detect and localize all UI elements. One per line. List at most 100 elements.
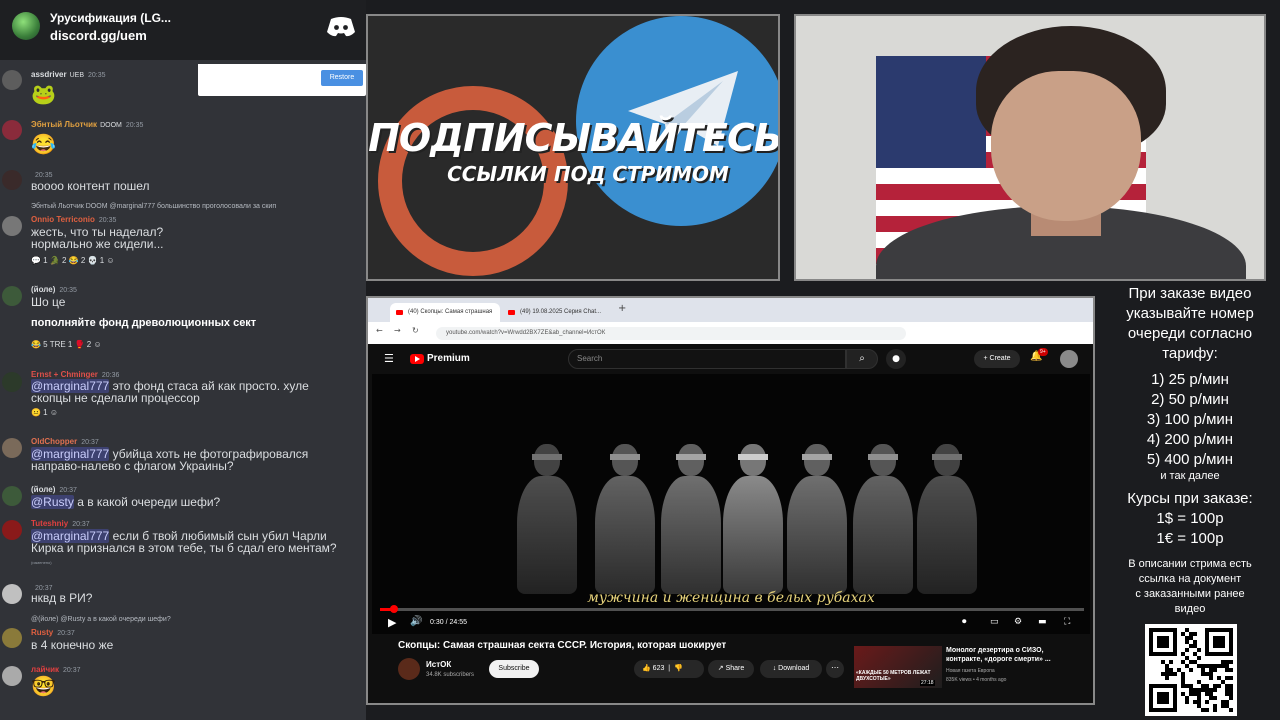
play-icon[interactable]: ▶: [388, 616, 396, 629]
note-line: В описании стрима есть: [1128, 558, 1252, 570]
youtube-premium-label[interactable]: Premium: [427, 353, 470, 364]
recommended-video-thumbnail[interactable]: «КАЖДЫЕ 50 МЕТРОВ ЛЕЖАТ ДВУХСОТЫЕ» 27:18: [854, 646, 942, 688]
recommended-meta: 835K views • 4 months ago: [946, 677, 1007, 683]
back-icon[interactable]: ←: [376, 326, 383, 335]
avatar[interactable]: [2, 584, 22, 604]
progress-scrubber[interactable]: [390, 605, 398, 613]
message-text: скопцы не сделали процессор: [31, 391, 200, 405]
chat-message: 20:35 воооо контент пошел: [0, 166, 366, 196]
avatar[interactable]: [2, 520, 22, 540]
browser-tab-active[interactable]: (40) Скопцы: Самая страшная: [390, 303, 500, 322]
server-invite-link[interactable]: discord.gg/uem: [50, 28, 147, 43]
subscribe-button[interactable]: Subscribe: [489, 660, 539, 678]
rate-line: 1$ = 100р: [1156, 510, 1224, 527]
avatar[interactable]: [2, 286, 22, 306]
volume-icon[interactable]: 🔊: [410, 616, 422, 627]
account-avatar[interactable]: [1060, 350, 1078, 368]
message-text: воооо контент пошел: [31, 179, 150, 193]
tariff-line: 2) 50 р/мин: [1151, 391, 1229, 408]
username[interactable]: assdriver UEB 20:35: [31, 70, 106, 79]
microphone-icon[interactable]: ●: [886, 349, 906, 369]
thumbs-down-icon[interactable]: 👎: [674, 665, 683, 672]
time-display: 0:30 / 24:55: [430, 619, 467, 626]
server-icon: [12, 12, 40, 40]
message-text: нормально же сидели...: [31, 237, 164, 251]
username[interactable]: (йоле) 20:37: [31, 485, 77, 494]
message-text: направо-налево с флагом Украины?: [31, 459, 234, 473]
qr-code-image: [1145, 624, 1237, 716]
more-options-icon[interactable]: ⋯: [826, 660, 844, 678]
avatar[interactable]: [2, 666, 22, 686]
video-player[interactable]: мужчина и женщина в белых рубахах ▶ 🔊 0:…: [372, 374, 1090, 634]
username[interactable]: Onnio Terriconio 20:35: [31, 215, 116, 224]
recommended-channel[interactable]: Новая газета Европа: [946, 668, 995, 674]
autoplay-toggle-icon[interactable]: ⏺: [962, 617, 967, 627]
username[interactable]: Rusty 20:37: [31, 628, 75, 637]
avatar[interactable]: [2, 628, 22, 648]
info-line: указывайте номер: [1126, 305, 1254, 322]
like-button[interactable]: 👍 623 | 👎: [634, 660, 704, 678]
emoji: 🤓: [31, 676, 56, 698]
settings-gear-icon[interactable]: ⚙: [1014, 617, 1022, 627]
search-icon[interactable]: ⌕: [846, 349, 878, 369]
chat-header: Урусификация (LG... discord.gg/uem: [0, 0, 366, 60]
username[interactable]: OldChopper 20:37: [31, 437, 99, 446]
avatar[interactable]: [2, 372, 22, 392]
reactions[interactable]: 😂 5 TRE 1 🥊 2 ☺: [31, 340, 102, 349]
username[interactable]: Tuteshniy 20:37: [31, 519, 90, 528]
browser-tab[interactable]: (49) 19.08.2025 Серия Chat...: [502, 303, 612, 322]
menu-icon[interactable]: ☰: [384, 352, 394, 365]
reply-preview[interactable]: Эбнтый Льотчик DOOM @marginal777 большин…: [31, 203, 276, 210]
channel-avatar[interactable]: [398, 658, 420, 680]
chat-message: assdriver UEB 20:35 🐸: [0, 66, 366, 110]
video-figure: [718, 444, 788, 594]
avatar[interactable]: [2, 170, 22, 190]
video-figure: [590, 444, 660, 594]
reactions[interactable]: 💬 1 🐊 2 😂 2 💀 1 ☺: [31, 256, 115, 265]
chat-message: (йоле) 20:35 Шо це пополняйте фонд древол…: [0, 282, 366, 354]
download-button[interactable]: ↓ Download: [760, 660, 822, 678]
discord-logo-icon: [327, 17, 355, 37]
video-subtitle: мужчина и женщина в белых рубахах: [587, 590, 875, 606]
username[interactable]: (йоле) 20:35: [31, 285, 77, 294]
reactions[interactable]: 😐 1 ☺: [31, 408, 58, 417]
reload-icon[interactable]: ↻: [412, 326, 419, 335]
progress-bar[interactable]: [380, 608, 1084, 611]
avatar[interactable]: [2, 438, 22, 458]
tariff-line: 5) 400 р/мин: [1146, 451, 1234, 468]
tariff-line: 1) 25 р/мин: [1151, 371, 1229, 388]
avatar[interactable]: [2, 216, 22, 236]
create-button[interactable]: + Create: [974, 350, 1020, 368]
avatar[interactable]: [2, 486, 22, 506]
mention[interactable]: @Rusty: [31, 495, 74, 509]
username[interactable]: Ernst + Chminger 20:36: [31, 370, 119, 379]
avatar[interactable]: [2, 120, 22, 140]
subscriber-count: 34.8K subscribers: [426, 672, 475, 678]
tariff-etc: и так далее: [1160, 470, 1220, 482]
channel-name[interactable]: ИстОК: [426, 660, 451, 669]
forward-icon[interactable]: →: [394, 326, 401, 335]
search-input[interactable]: Search: [568, 349, 846, 369]
username[interactable]: лайчик 20:37: [31, 665, 81, 674]
note-line: с заказанными ранее: [1135, 588, 1245, 600]
message-text: Кирка и признался в этом тебе, ты б сдал…: [31, 541, 337, 555]
promo-title: ПОДПИСЫВАЙТЕСЬ: [368, 116, 780, 160]
theater-mode-icon[interactable]: ▬: [1038, 617, 1047, 627]
reply-preview[interactable]: @(йоле) @Rusty а в какой очереди шефи?: [31, 616, 171, 623]
browser-window: (40) Скопцы: Самая страшная (49) 19.08.2…: [366, 296, 1095, 705]
captions-icon[interactable]: ▭: [990, 617, 999, 627]
chat-message: Эбнтый Льотчик DOOM 20:35 😂: [0, 116, 366, 160]
webcam-feed: [794, 14, 1266, 281]
new-tab-icon[interactable]: +: [618, 303, 626, 314]
username[interactable]: 20:35: [31, 170, 53, 179]
username[interactable]: Эбнтый Льотчик DOOM 20:35: [31, 120, 143, 129]
recommended-video-title[interactable]: Монолог дезертира о СИЗО, контракте, «до…: [946, 646, 1070, 664]
avatar[interactable]: [2, 70, 22, 90]
fullscreen-icon[interactable]: ⛶: [1064, 617, 1070, 627]
promo-subtitle: ССЫЛКИ ПОД СТРИМОМ: [447, 162, 729, 186]
chat-message: 20:37 нквд в РИ?: [0, 580, 366, 610]
url-field[interactable]: youtube.com/watch?v=Wrwdd2BX7ZE&ab_chann…: [436, 327, 906, 340]
video-figure: [512, 444, 582, 594]
share-button[interactable]: ↗ Share: [708, 660, 754, 678]
notification-count-badge: 9+: [1038, 348, 1048, 356]
